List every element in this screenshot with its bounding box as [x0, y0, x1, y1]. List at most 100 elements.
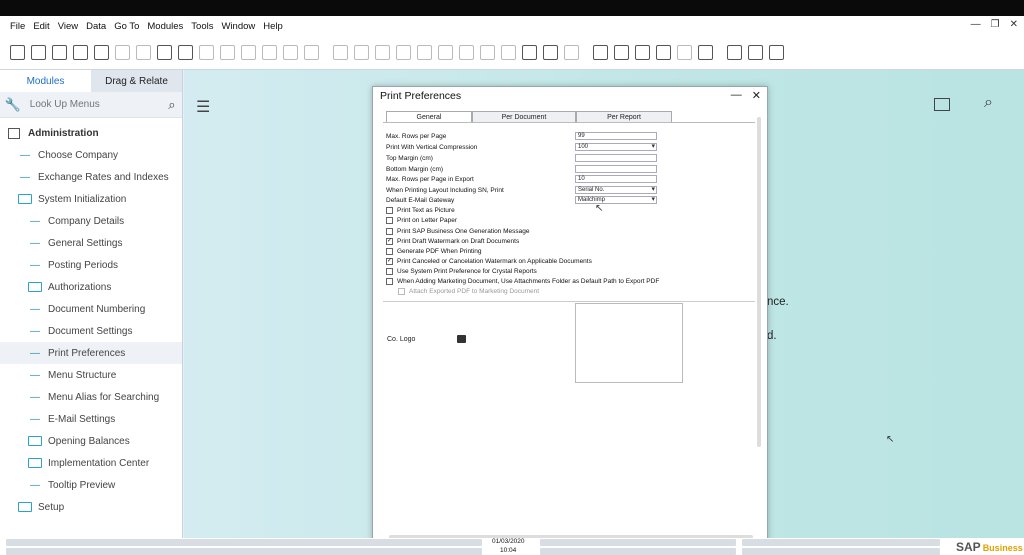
checkbox-row[interactable]: Use System Print Preference for Crystal …	[386, 266, 537, 276]
checkbox[interactable]	[386, 227, 393, 235]
list-icon[interactable]	[438, 45, 453, 60]
tree-item-document-settings[interactable]: — Document Settings	[0, 320, 182, 342]
checkbox-row[interactable]: Print Text as Picture	[386, 205, 455, 215]
close-icon[interactable]: ✕	[752, 89, 761, 102]
widget-icon[interactable]	[727, 45, 742, 60]
checkbox-checked[interactable]: ✓	[386, 257, 393, 265]
email-icon[interactable]	[73, 45, 88, 60]
journal-icon[interactable]	[375, 45, 390, 60]
tree-item-tooltip-preview[interactable]: — Tooltip Preview	[0, 474, 182, 496]
tree-item-implementation-center[interactable]: Implementation Center	[0, 452, 182, 474]
folder-icon[interactable]	[934, 98, 950, 111]
chart-icon[interactable]	[480, 45, 495, 60]
tree-item-print-preferences[interactable]: — Print Preferences	[0, 342, 182, 364]
menu-file[interactable]: File	[10, 21, 25, 32]
form-settings-icon[interactable]	[614, 45, 629, 60]
layout-icon[interactable]	[748, 45, 763, 60]
menu-data[interactable]: Data	[86, 21, 106, 32]
first-record-icon[interactable]	[199, 45, 214, 60]
company-logo-box[interactable]	[575, 303, 683, 383]
checkbox-row[interactable]: ✓ Print Draft Watermark on Draft Document…	[386, 236, 519, 246]
payment-icon[interactable]	[417, 45, 432, 60]
tree-item-general-settings[interactable]: — General Settings	[0, 232, 182, 254]
word-icon[interactable]	[136, 45, 151, 60]
vertical-compression-dropdown[interactable]: 100	[575, 143, 657, 151]
tree-item-exchange-rates[interactable]: — Exchange Rates and Indexes	[0, 166, 182, 188]
checkbox-row[interactable]: Print SAP Business One Generation Messag…	[386, 226, 529, 236]
tab-modules[interactable]: Modules	[0, 70, 91, 92]
menu-view[interactable]: View	[58, 21, 78, 32]
menu-goto[interactable]: Go To	[114, 21, 139, 32]
help-icon[interactable]	[769, 45, 784, 60]
print-icon[interactable]	[31, 45, 46, 60]
menu-edit[interactable]: Edit	[33, 21, 49, 32]
tree-item-system-initialization[interactable]: System Initialization	[0, 188, 182, 210]
bottom-margin-field[interactable]	[575, 165, 657, 173]
edit-icon[interactable]	[178, 45, 193, 60]
tree-item-document-numbering[interactable]: — Document Numbering	[0, 298, 182, 320]
user-icon[interactable]	[656, 45, 671, 60]
tree-item-choose-company[interactable]: — Choose Company	[0, 144, 182, 166]
menu-modules[interactable]: Modules	[147, 21, 183, 32]
restore-icon[interactable]: ❐	[991, 19, 1000, 30]
tree-item-setup[interactable]: Setup	[0, 496, 182, 518]
tree-item-administration[interactable]: Administration	[0, 122, 182, 144]
tab-per-document[interactable]: Per Document	[472, 111, 576, 122]
table-icon[interactable]	[459, 45, 474, 60]
messages-icon[interactable]	[522, 45, 537, 60]
filter-icon[interactable]	[304, 45, 319, 60]
checkbox[interactable]	[386, 277, 393, 285]
tree-item-menu-structure[interactable]: — Menu Structure	[0, 364, 182, 386]
checkbox-row[interactable]: Print on Letter Paper	[386, 215, 457, 225]
checkbox[interactable]	[386, 267, 393, 275]
lock-icon[interactable]	[677, 45, 692, 60]
tree-item-posting-periods[interactable]: — Posting Periods	[0, 254, 182, 276]
search-icon[interactable]: ⌕	[984, 94, 993, 112]
last-record-icon[interactable]	[262, 45, 277, 60]
vertical-scrollbar[interactable]	[757, 117, 761, 447]
max-rows-per-page-field[interactable]: 99	[575, 132, 657, 140]
menu-search-input[interactable]	[25, 93, 162, 116]
tab-per-report[interactable]: Per Report	[576, 111, 672, 122]
tree-item-company-details[interactable]: — Company Details	[0, 210, 182, 232]
checkbox-row[interactable]: When Adding Marketing Document, Use Atta…	[386, 276, 659, 286]
close-icon[interactable]: ✕	[1010, 19, 1018, 30]
chat-icon[interactable]	[543, 45, 558, 60]
target-document-icon[interactable]	[354, 45, 369, 60]
note-icon[interactable]	[564, 45, 579, 60]
checkbox-row[interactable]: Generate PDF When Printing	[386, 246, 482, 256]
calculator-icon[interactable]	[635, 45, 650, 60]
menu-help[interactable]: Help	[263, 21, 283, 32]
max-rows-export-field[interactable]: 10	[575, 175, 657, 183]
grid-icon[interactable]	[698, 45, 713, 60]
print-preview-icon[interactable]	[52, 45, 67, 60]
menu-tools[interactable]: Tools	[191, 21, 213, 32]
copy-icon[interactable]	[94, 45, 109, 60]
wrench-icon[interactable]: 🔧	[0, 97, 26, 113]
move-icon[interactable]	[157, 45, 172, 60]
calendar-icon[interactable]	[593, 45, 608, 60]
menu-window[interactable]: Window	[221, 21, 255, 32]
tree-item-authorizations[interactable]: Authorizations	[0, 276, 182, 298]
checkbox[interactable]	[386, 247, 393, 255]
minimize-icon[interactable]: —	[971, 19, 981, 30]
tab-general[interactable]: General	[386, 111, 472, 122]
excel-icon[interactable]	[115, 45, 130, 60]
tree-item-opening-balances[interactable]: Opening Balances	[0, 430, 182, 452]
base-document-icon[interactable]	[333, 45, 348, 60]
minimize-icon[interactable]: —	[731, 89, 742, 102]
gear-icon[interactable]	[396, 45, 411, 60]
hamburger-menu-icon[interactable]: ☰	[196, 97, 210, 117]
next-record-icon[interactable]	[241, 45, 256, 60]
top-margin-field[interactable]	[575, 154, 657, 162]
sn-print-dropdown[interactable]: Serial No.	[575, 186, 657, 194]
previous-record-icon[interactable]	[220, 45, 235, 60]
browse-logo-button[interactable]	[457, 335, 466, 343]
checkbox-checked[interactable]: ✓	[386, 237, 393, 245]
email-gateway-dropdown[interactable]: Mailchimp	[575, 196, 657, 204]
tree-item-menu-alias[interactable]: — Menu Alias for Searching	[0, 386, 182, 408]
checkbox[interactable]	[386, 216, 393, 224]
tab-drag-relate[interactable]: Drag & Relate	[91, 70, 182, 92]
search-icon[interactable]: ⌕	[162, 97, 182, 113]
pen-icon[interactable]	[501, 45, 516, 60]
